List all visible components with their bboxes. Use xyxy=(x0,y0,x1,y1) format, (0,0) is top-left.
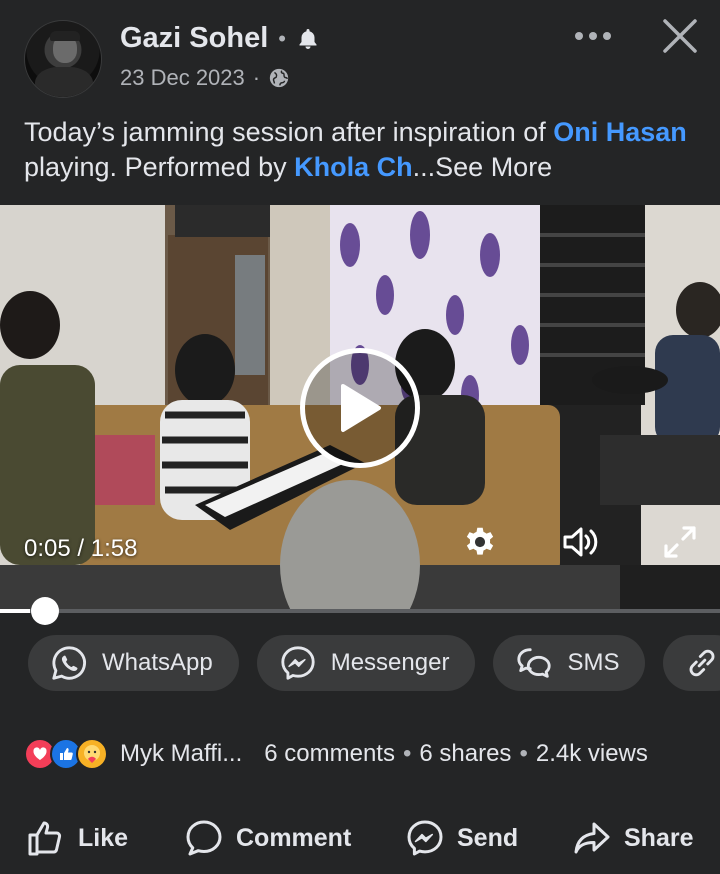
post-caption: Today’s jamming session after inspiratio… xyxy=(24,115,704,185)
author-name[interactable]: Gazi Sohel xyxy=(120,22,268,55)
whatsapp-icon xyxy=(52,646,86,680)
send-button[interactable]: Send xyxy=(405,810,518,866)
messenger-icon xyxy=(281,646,315,680)
close-icon xyxy=(663,19,697,53)
comment-label: Comment xyxy=(236,823,352,852)
video-timestamp: 0:05 / 1:58 xyxy=(24,535,137,563)
share-whatsapp-button[interactable]: WhatsApp xyxy=(28,635,239,691)
share-sms-label: SMS xyxy=(567,649,620,676)
messenger-send-icon xyxy=(407,820,443,856)
current-time: 0:05 xyxy=(24,535,71,562)
video-progress-bar[interactable] xyxy=(0,609,720,613)
comments-count[interactable]: 6 comments xyxy=(264,740,395,768)
post-date[interactable]: 23 Dec 2023 xyxy=(120,65,245,91)
settings-button[interactable] xyxy=(458,520,502,564)
stats-separator-1: • xyxy=(402,740,412,767)
views-count: 2.4k views xyxy=(535,740,648,767)
like-button[interactable]: Like xyxy=(26,810,128,866)
care-reaction-icon xyxy=(76,738,108,770)
play-button[interactable] xyxy=(300,348,420,468)
send-label: Send xyxy=(457,823,519,852)
post-header: Gazi Sohel • 23 Dec 2023 · xyxy=(0,0,720,110)
comment-icon xyxy=(186,820,222,856)
share-button[interactable]: Share xyxy=(572,810,693,866)
date-separator: · xyxy=(252,65,261,90)
name-separator: • xyxy=(278,25,286,51)
like-label: Like xyxy=(78,823,129,852)
sms-icon xyxy=(517,648,552,678)
video-progress-fill xyxy=(0,609,30,613)
engagement-stats: Myk Maffi... 6 comments • 6 shares • 2.4… xyxy=(24,738,704,770)
link-icon xyxy=(690,649,715,677)
video-duration: 1:58 xyxy=(90,535,138,562)
caption-text-1: Today’s jamming session after inspiratio… xyxy=(24,117,554,147)
share-whatsapp-label: WhatsApp xyxy=(102,649,213,676)
play-icon xyxy=(341,384,381,432)
share-copy-link-button[interactable] xyxy=(663,635,720,691)
volume-button[interactable] xyxy=(558,520,602,564)
more-dots-icon xyxy=(575,32,611,40)
mention-khola-ch[interactable]: Khola Ch xyxy=(294,152,413,182)
stats-separator-2: • xyxy=(519,740,528,767)
comment-button[interactable]: Comment xyxy=(184,810,351,866)
globe-icon xyxy=(269,68,289,88)
author-avatar[interactable] xyxy=(24,20,102,98)
bell-icon[interactable] xyxy=(296,27,320,51)
reactor-name[interactable]: Myk Maffi... xyxy=(120,740,242,768)
time-divider: / xyxy=(70,535,91,562)
thumbs-up-icon xyxy=(28,821,62,856)
shares-count[interactable]: 6 shares xyxy=(419,740,511,768)
share-messenger-label: Messenger xyxy=(330,649,450,676)
gear-icon xyxy=(466,527,494,555)
reaction-icons[interactable] xyxy=(24,738,108,770)
author-row: Gazi Sohel • xyxy=(120,22,320,55)
share-messenger-button[interactable]: Messenger xyxy=(256,635,476,691)
see-more-link[interactable]: ...See More xyxy=(413,152,553,182)
share-label: Share xyxy=(624,823,694,852)
volume-icon xyxy=(563,527,598,557)
fullscreen-icon xyxy=(664,526,696,558)
share-options: WhatsApp Messenger SMS xyxy=(28,635,720,691)
post-action-bar: Like Comment Send Share xyxy=(0,810,720,866)
post-meta: 23 Dec 2023 · xyxy=(120,65,290,91)
close-button[interactable] xyxy=(656,12,704,60)
more-options-button[interactable] xyxy=(568,18,618,54)
share-arrow-icon xyxy=(574,822,610,854)
fullscreen-button[interactable] xyxy=(658,520,702,564)
video-scrubber-handle[interactable] xyxy=(31,597,59,625)
share-sms-button[interactable]: SMS xyxy=(493,635,646,691)
mention-oni-hasan[interactable]: Oni Hasan xyxy=(553,117,687,147)
caption-text-2: playing. Performed by xyxy=(24,152,295,182)
video-player[interactable]: 0:05 / 1:58 xyxy=(0,205,720,610)
